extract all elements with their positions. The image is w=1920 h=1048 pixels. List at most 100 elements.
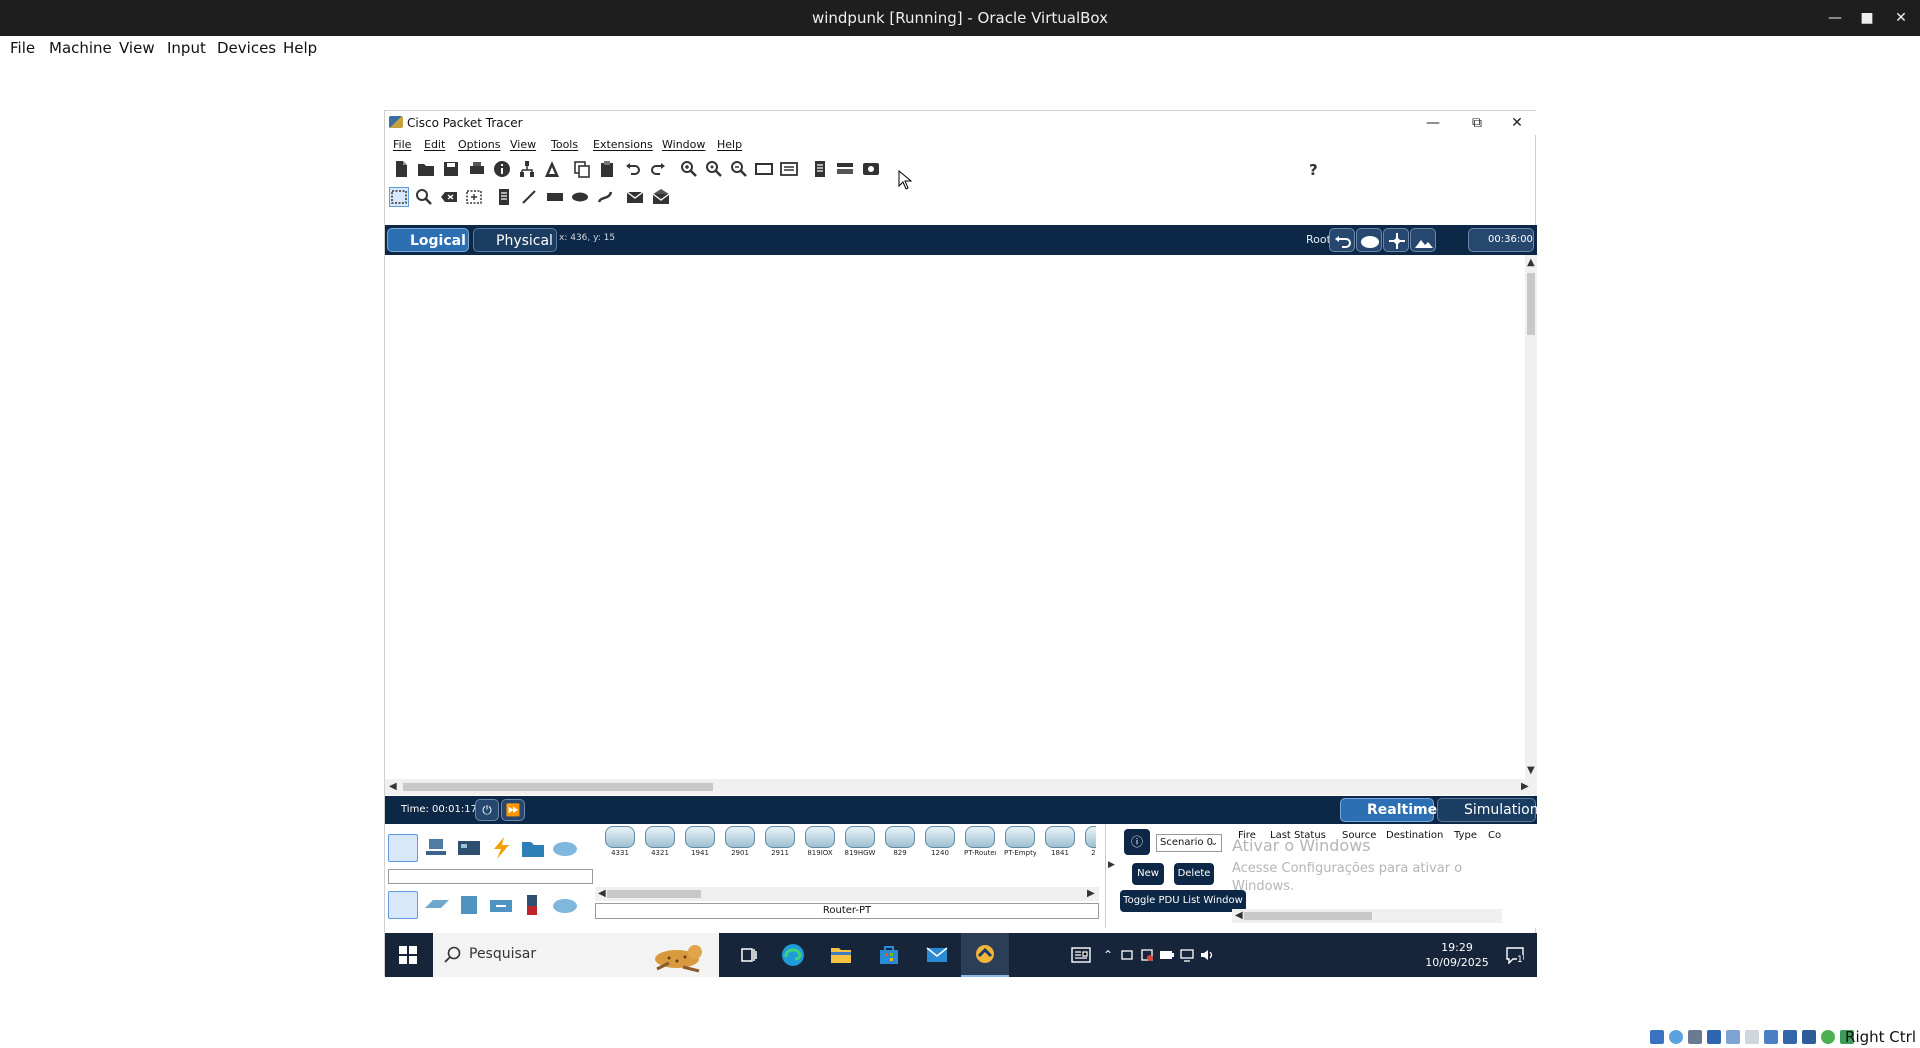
scroll-up-icon[interactable]: ▲ xyxy=(1527,257,1535,269)
activity-wizard-icon[interactable] xyxy=(542,159,562,179)
router-model-item[interactable]: 1240 xyxy=(924,826,956,862)
device-scroll-left-icon[interactable]: ◀ xyxy=(598,888,606,900)
column-color[interactable]: Co xyxy=(1488,830,1501,841)
task-view-icon[interactable] xyxy=(725,933,773,977)
subcategory-wireless-icon[interactable] xyxy=(487,892,515,918)
toggle-pdu-list-button[interactable]: Toggle PDU List Window xyxy=(1120,890,1246,912)
mail-icon[interactable] xyxy=(913,933,961,977)
note-tool-icon[interactable] xyxy=(494,187,514,207)
redo-icon[interactable] xyxy=(648,159,668,179)
status-display-icon[interactable] xyxy=(1764,1030,1778,1044)
power-cycle-icon[interactable]: ⏻ xyxy=(475,799,499,821)
network-info-icon[interactable] xyxy=(517,159,537,179)
canvas-vertical-scrollbar[interactable]: ▲ ▼ xyxy=(1525,255,1537,779)
open-folder-icon[interactable] xyxy=(416,159,436,179)
host-menu-devices[interactable]: Devices xyxy=(217,36,276,60)
physical-tab[interactable]: Physical xyxy=(473,228,557,252)
ellipse-tool-icon[interactable] xyxy=(570,187,590,207)
subcategory-security-icon[interactable] xyxy=(519,892,547,918)
status-shared-folders-icon[interactable] xyxy=(1745,1030,1759,1044)
host-minimize-button[interactable]: — xyxy=(1818,0,1852,36)
router-model-item[interactable]: PT-Router xyxy=(964,826,996,862)
router-model-item[interactable]: 4321 xyxy=(644,826,676,862)
tray-chevron-icon[interactable]: ⌃ xyxy=(1099,933,1117,977)
back-icon[interactable] xyxy=(1329,228,1355,252)
column-last-status[interactable]: Last Status xyxy=(1270,830,1326,841)
router-model-item[interactable]: 1841 xyxy=(1044,826,1076,862)
document-icon[interactable] xyxy=(810,159,830,179)
column-type[interactable]: Type xyxy=(1454,830,1477,841)
edge-browser-icon[interactable] xyxy=(769,933,817,977)
delete-tool-icon[interactable] xyxy=(439,187,459,207)
status-mouse-integration-icon[interactable] xyxy=(1821,1030,1835,1044)
store-icon[interactable] xyxy=(865,933,913,977)
scroll-right-icon[interactable]: ▶ xyxy=(1521,781,1529,793)
notification-center-icon[interactable]: 1 xyxy=(1495,933,1535,977)
horizontal-scroll-thumb[interactable] xyxy=(403,783,713,791)
zoom-in-icon[interactable] xyxy=(679,159,699,179)
packet-tracer-taskbar-icon[interactable] xyxy=(961,933,1009,977)
pt-restore-button[interactable]: ⧉ xyxy=(1457,111,1497,135)
router-model-item[interactable]: 819HGW xyxy=(844,826,876,862)
tray-clock[interactable]: 19:29 10/09/2025 xyxy=(1419,940,1495,970)
subcategory-wan-emulation-icon[interactable] xyxy=(551,892,579,918)
logical-workspace-canvas[interactable] xyxy=(385,255,1525,779)
host-menu-view[interactable]: View xyxy=(119,36,155,60)
viewport-clock[interactable]: 00:36:00 xyxy=(1468,228,1534,252)
copy-icon[interactable] xyxy=(572,159,592,179)
device-scroll-right-icon[interactable]: ▶ xyxy=(1087,888,1095,900)
new-scenario-button[interactable]: New xyxy=(1132,863,1164,885)
status-audio-icon[interactable] xyxy=(1688,1030,1702,1044)
windows-start-icon[interactable] xyxy=(385,933,431,977)
rectangle-tool-icon[interactable] xyxy=(545,187,565,207)
add-simple-pdu-icon[interactable] xyxy=(625,187,645,207)
taskbar-search-box[interactable]: Pesquisar xyxy=(433,933,719,977)
device-scroll-thumb[interactable] xyxy=(607,890,701,898)
inspect-tool-icon[interactable] xyxy=(414,187,434,207)
freeform-tool-icon[interactable] xyxy=(595,187,615,207)
pt-menu-options[interactable]: Options xyxy=(458,135,500,155)
subcategory-routers-icon[interactable] xyxy=(388,891,418,919)
pt-menu-edit[interactable]: Edit xyxy=(424,135,445,155)
zoom-out-icon[interactable] xyxy=(729,159,749,179)
file-explorer-icon[interactable] xyxy=(817,933,865,977)
tray-device-icon[interactable] xyxy=(1117,933,1137,977)
column-destination[interactable]: Destination xyxy=(1386,830,1443,841)
host-menu-help[interactable]: Help xyxy=(283,36,317,60)
subcategory-hubs-icon[interactable] xyxy=(455,892,483,918)
tray-security-icon[interactable] xyxy=(1137,933,1157,977)
paste-icon[interactable] xyxy=(597,159,617,179)
drawing-palette-icon[interactable] xyxy=(754,159,774,179)
collapse-arrow-icon[interactable]: ▶ xyxy=(1108,860,1115,870)
router-model-item[interactable]: 2911 xyxy=(764,826,796,862)
pt-menu-view[interactable]: View xyxy=(510,135,536,155)
router-model-item[interactable]: 829 xyxy=(884,826,916,862)
news-widget-icon[interactable] xyxy=(1057,933,1105,977)
status-usb-icon[interactable] xyxy=(1726,1030,1740,1044)
pt-minimize-button[interactable]: — xyxy=(1413,111,1453,135)
print-icon[interactable] xyxy=(467,159,487,179)
scenario-select[interactable]: Scenario 0 ⌄ xyxy=(1156,834,1222,852)
select-tool-icon[interactable] xyxy=(389,187,409,207)
add-complex-pdu-icon[interactable] xyxy=(651,187,671,207)
screenshot-icon[interactable] xyxy=(861,159,881,179)
status-network-icon[interactable] xyxy=(1707,1030,1721,1044)
pt-menu-help[interactable]: Help xyxy=(717,135,742,155)
scenario-info-icon[interactable]: ⓘ xyxy=(1124,829,1150,855)
status-optical-icon[interactable] xyxy=(1669,1030,1683,1044)
pt-menu-tools[interactable]: Tools xyxy=(551,135,578,155)
device-list-scrollbar[interactable]: ◀ ▶ xyxy=(595,887,1099,901)
host-close-button[interactable]: ✕ xyxy=(1884,0,1918,36)
pt-menu-window[interactable]: Window xyxy=(662,135,705,155)
pdu-scroll-left-icon[interactable]: ◀ xyxy=(1235,910,1243,922)
host-maximize-button[interactable]: ■ xyxy=(1850,0,1884,36)
new-file-icon[interactable] xyxy=(391,159,411,179)
status-cpu-icon[interactable] xyxy=(1802,1030,1816,1044)
tray-volume-icon[interactable] xyxy=(1197,933,1217,977)
router-model-item[interactable]: PT-Empty xyxy=(1004,826,1036,862)
viewport-icon[interactable] xyxy=(835,159,855,179)
host-menu-file[interactable]: File xyxy=(10,36,35,60)
realtime-mode-button[interactable]: Realtime xyxy=(1340,798,1437,822)
info-icon[interactable] xyxy=(492,159,512,179)
new-cluster-icon[interactable] xyxy=(1356,228,1382,252)
